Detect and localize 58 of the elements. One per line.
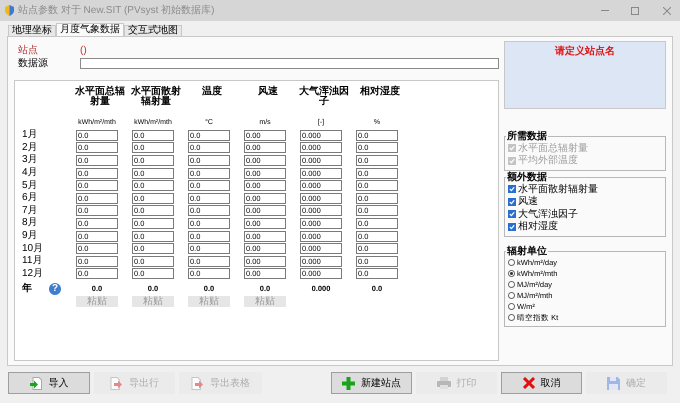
month-label: 1月 — [21, 129, 39, 142]
action-button[interactable]: 新建站点 — [331, 372, 412, 394]
radio-button[interactable] — [508, 259, 515, 266]
group-title: 辐射单位 — [506, 246, 548, 257]
site-value: () — [80, 44, 87, 58]
month-label: 9月 — [21, 230, 39, 242]
month-label: 4月 — [21, 167, 39, 180]
database-field[interactable] — [80, 58, 499, 69]
window-title: 站点参数 对于 New.SIT (PVsyst 初始数据库) — [18, 4, 214, 18]
month-label: 6月 — [21, 192, 39, 204]
checkbox[interactable] — [508, 222, 516, 231]
month-label: 7月 — [21, 204, 39, 217]
database-label: 数据源 — [17, 57, 49, 71]
site-label: 站点 — [17, 44, 39, 58]
checkbox-label: 水平面总辐射量 — [518, 142, 588, 154]
import-icon — [30, 376, 42, 390]
radio-button[interactable] — [508, 292, 515, 299]
month-label: 2月 — [21, 142, 39, 154]
checkbox[interactable] — [508, 185, 516, 194]
column-header: 温度 — [201, 87, 223, 99]
site-name-prompt: 请定义站点名 — [555, 44, 615, 56]
checkbox[interactable] — [508, 198, 516, 206]
column-header: 水平面总辐射量 — [74, 87, 126, 109]
checkbox-label: 平均外部温度 — [518, 154, 578, 168]
column-header: 相对湿度 — [358, 87, 401, 99]
month-label: 10月 — [21, 242, 44, 255]
printer-icon — [436, 377, 450, 389]
radio-button[interactable] — [508, 281, 515, 288]
year-label: 年 — [21, 282, 33, 296]
month-label: 5月 — [21, 180, 39, 192]
export-icon — [191, 376, 204, 390]
radio-button[interactable] — [508, 314, 515, 321]
group-title: 所需数据 — [506, 131, 548, 142]
checkbox-label: 风速 — [518, 194, 538, 208]
app-icon — [5, 5, 14, 16]
checkbox-label: 水平面散射辐射量 — [518, 182, 598, 196]
month-label: 8月 — [21, 217, 39, 230]
plus-icon — [342, 376, 355, 390]
tab[interactable]: 地理坐标 — [8, 25, 56, 36]
month-label: 11月 — [21, 255, 44, 268]
column-header: 风速 — [257, 87, 279, 99]
help-button[interactable]: ? — [49, 282, 61, 295]
export-icon — [110, 376, 123, 390]
tab[interactable]: 月度气象数据 — [56, 23, 124, 36]
radio-button[interactable] — [508, 270, 515, 277]
checkbox[interactable] — [508, 210, 516, 218]
column-header: 水平面散射辐射量 — [130, 87, 182, 109]
radio-button[interactable] — [508, 303, 515, 310]
close-icon — [522, 377, 534, 389]
action-button[interactable]: 导入 — [8, 372, 90, 394]
column-header: 大气浑浊因子 — [298, 87, 350, 109]
group-title: 额外数据 — [506, 172, 548, 183]
action-button[interactable]: 取消 — [501, 372, 582, 394]
month-label: 3月 — [21, 154, 39, 166]
checkbox-label: 相对湿度 — [518, 220, 558, 234]
checkbox-label: 大气浑浊因子 — [518, 208, 578, 220]
tab[interactable]: 交互式地图 — [124, 25, 182, 36]
month-label: 12月 — [21, 268, 44, 280]
